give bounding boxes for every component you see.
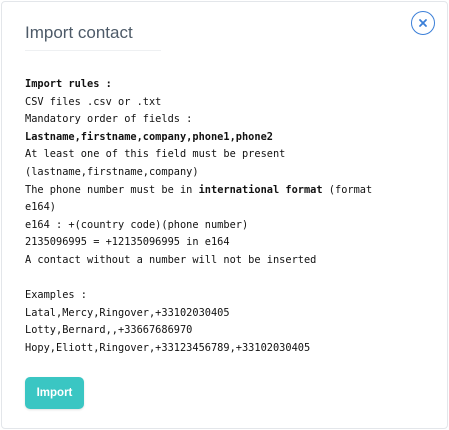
rules-no-number-note: A contact without a number will not be i… — [25, 253, 317, 266]
rules-e164-pattern: e164 : +(country code)(phone number) — [25, 218, 249, 231]
example-row: Hopy,Eliott,Ringover,+33123456789,+33102… — [25, 341, 311, 354]
examples-heading: Examples : — [25, 289, 87, 302]
import-contact-modal: Import contact Import rules : CSV files … — [1, 1, 448, 429]
import-rules-text: Import rules : CSV files .csv or .txt Ma… — [25, 76, 435, 358]
close-button[interactable] — [411, 11, 435, 35]
phone-format-prefix: The phone number must be in — [25, 183, 199, 196]
close-icon — [419, 19, 427, 27]
rules-at-least-one: At least one of this field must be prese… — [25, 148, 286, 161]
rules-fields: Lastname,firstname,company,phone1,phone2 — [25, 130, 273, 143]
import-button[interactable]: Import — [25, 377, 84, 409]
rules-mandatory-order: Mandatory order of fields : — [25, 113, 193, 126]
phone-format-bold: international format — [198, 183, 323, 196]
modal-header: Import contact — [25, 16, 161, 51]
example-row: Lotty,Bernard,,+33667686970 — [25, 324, 193, 337]
rules-at-least-one-fields: (lastname,firstname,company) — [25, 165, 199, 178]
rules-phone-format: The phone number must be in internationa… — [25, 182, 435, 200]
rules-phone-format-e164: e164) — [25, 201, 56, 214]
rules-file-types: CSV files .csv or .txt — [25, 95, 162, 108]
rules-e164-example: 2135096995 = +12135096995 in e164 — [25, 236, 230, 249]
modal-title: Import contact — [25, 23, 133, 42]
example-row: Latal,Mercy,Ringover,+33102030405 — [25, 306, 230, 319]
rules-heading: Import rules : — [25, 78, 112, 90]
phone-format-suffix: (format — [322, 183, 373, 196]
